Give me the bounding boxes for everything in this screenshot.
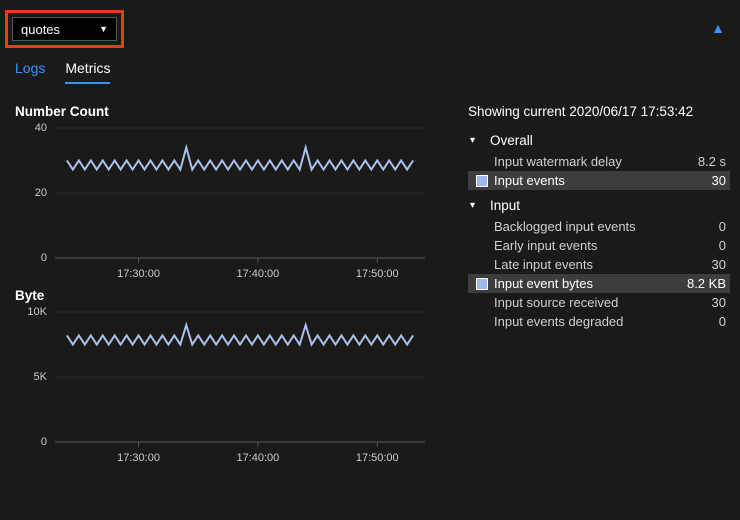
series-swatch-icon: [476, 278, 488, 290]
metric-label: Input watermark delay: [494, 154, 698, 169]
metric-value: 0: [719, 238, 726, 253]
metric-label: Input source received: [494, 295, 712, 310]
metric-label: Input event bytes: [494, 276, 687, 291]
tab-logs[interactable]: Logs: [15, 60, 45, 84]
metric-row[interactable]: Late input events30: [468, 255, 730, 274]
metric-value: 0: [719, 314, 726, 329]
series-swatch-icon: [476, 175, 488, 187]
group-name: Input: [490, 198, 520, 213]
group-header[interactable]: ▾ Overall: [468, 129, 730, 152]
charts-panel: Number Count 4020017:30:0017:40:0017:50:…: [15, 104, 468, 472]
chart-number-count: Number Count 4020017:30:0017:40:0017:50:…: [15, 104, 460, 278]
metric-row[interactable]: Input events degraded0: [468, 312, 730, 331]
metrics-legend-panel: Showing current 2020/06/17 17:53:42 ▾ Ove…: [468, 104, 730, 472]
metric-row[interactable]: Input event bytes8.2 KB: [468, 274, 730, 293]
metric-label: Late input events: [494, 257, 712, 272]
chart-plot-area[interactable]: 4020017:30:0017:40:0017:50:00: [15, 123, 435, 278]
timestamp-label: Showing current 2020/06/17 17:53:42: [468, 104, 730, 119]
chevron-down-icon: ▾: [470, 200, 482, 211]
group-name: Overall: [490, 133, 533, 148]
metric-label: Input events degraded: [494, 314, 719, 329]
metric-value: 0: [719, 219, 726, 234]
chart-title: Byte: [15, 288, 460, 303]
dropdown-value: quotes: [21, 22, 60, 37]
chart-title: Number Count: [15, 104, 460, 119]
metric-value: 30: [712, 295, 726, 310]
chevron-down-icon: ▾: [470, 135, 482, 146]
highlight-box: quotes ▼: [5, 10, 124, 48]
group-header[interactable]: ▾ Input: [468, 194, 730, 217]
metric-row[interactable]: Input events30: [468, 171, 730, 190]
metric-value: 30: [712, 173, 726, 188]
metric-row[interactable]: Input watermark delay8.2 s: [468, 152, 730, 171]
metric-label: Backlogged input events: [494, 219, 719, 234]
chevron-up-icon[interactable]: ▲: [711, 20, 725, 36]
tab-metrics[interactable]: Metrics: [65, 60, 110, 84]
input-source-dropdown[interactable]: quotes ▼: [12, 17, 117, 41]
metric-row[interactable]: Input source received30: [468, 293, 730, 312]
chevron-down-icon: ▼: [99, 24, 108, 34]
metric-row[interactable]: Early input events0: [468, 236, 730, 255]
metric-row[interactable]: Backlogged input events0: [468, 217, 730, 236]
metric-value: 8.2 s: [698, 154, 726, 169]
metric-label: Early input events: [494, 238, 719, 253]
chart-byte: Byte 10K5K017:30:0017:40:0017:50:00: [15, 288, 460, 462]
metric-value: 8.2 KB: [687, 276, 726, 291]
metric-label: Input events: [494, 173, 712, 188]
metric-value: 30: [712, 257, 726, 272]
chart-plot-area[interactable]: 10K5K017:30:0017:40:0017:50:00: [15, 307, 435, 462]
